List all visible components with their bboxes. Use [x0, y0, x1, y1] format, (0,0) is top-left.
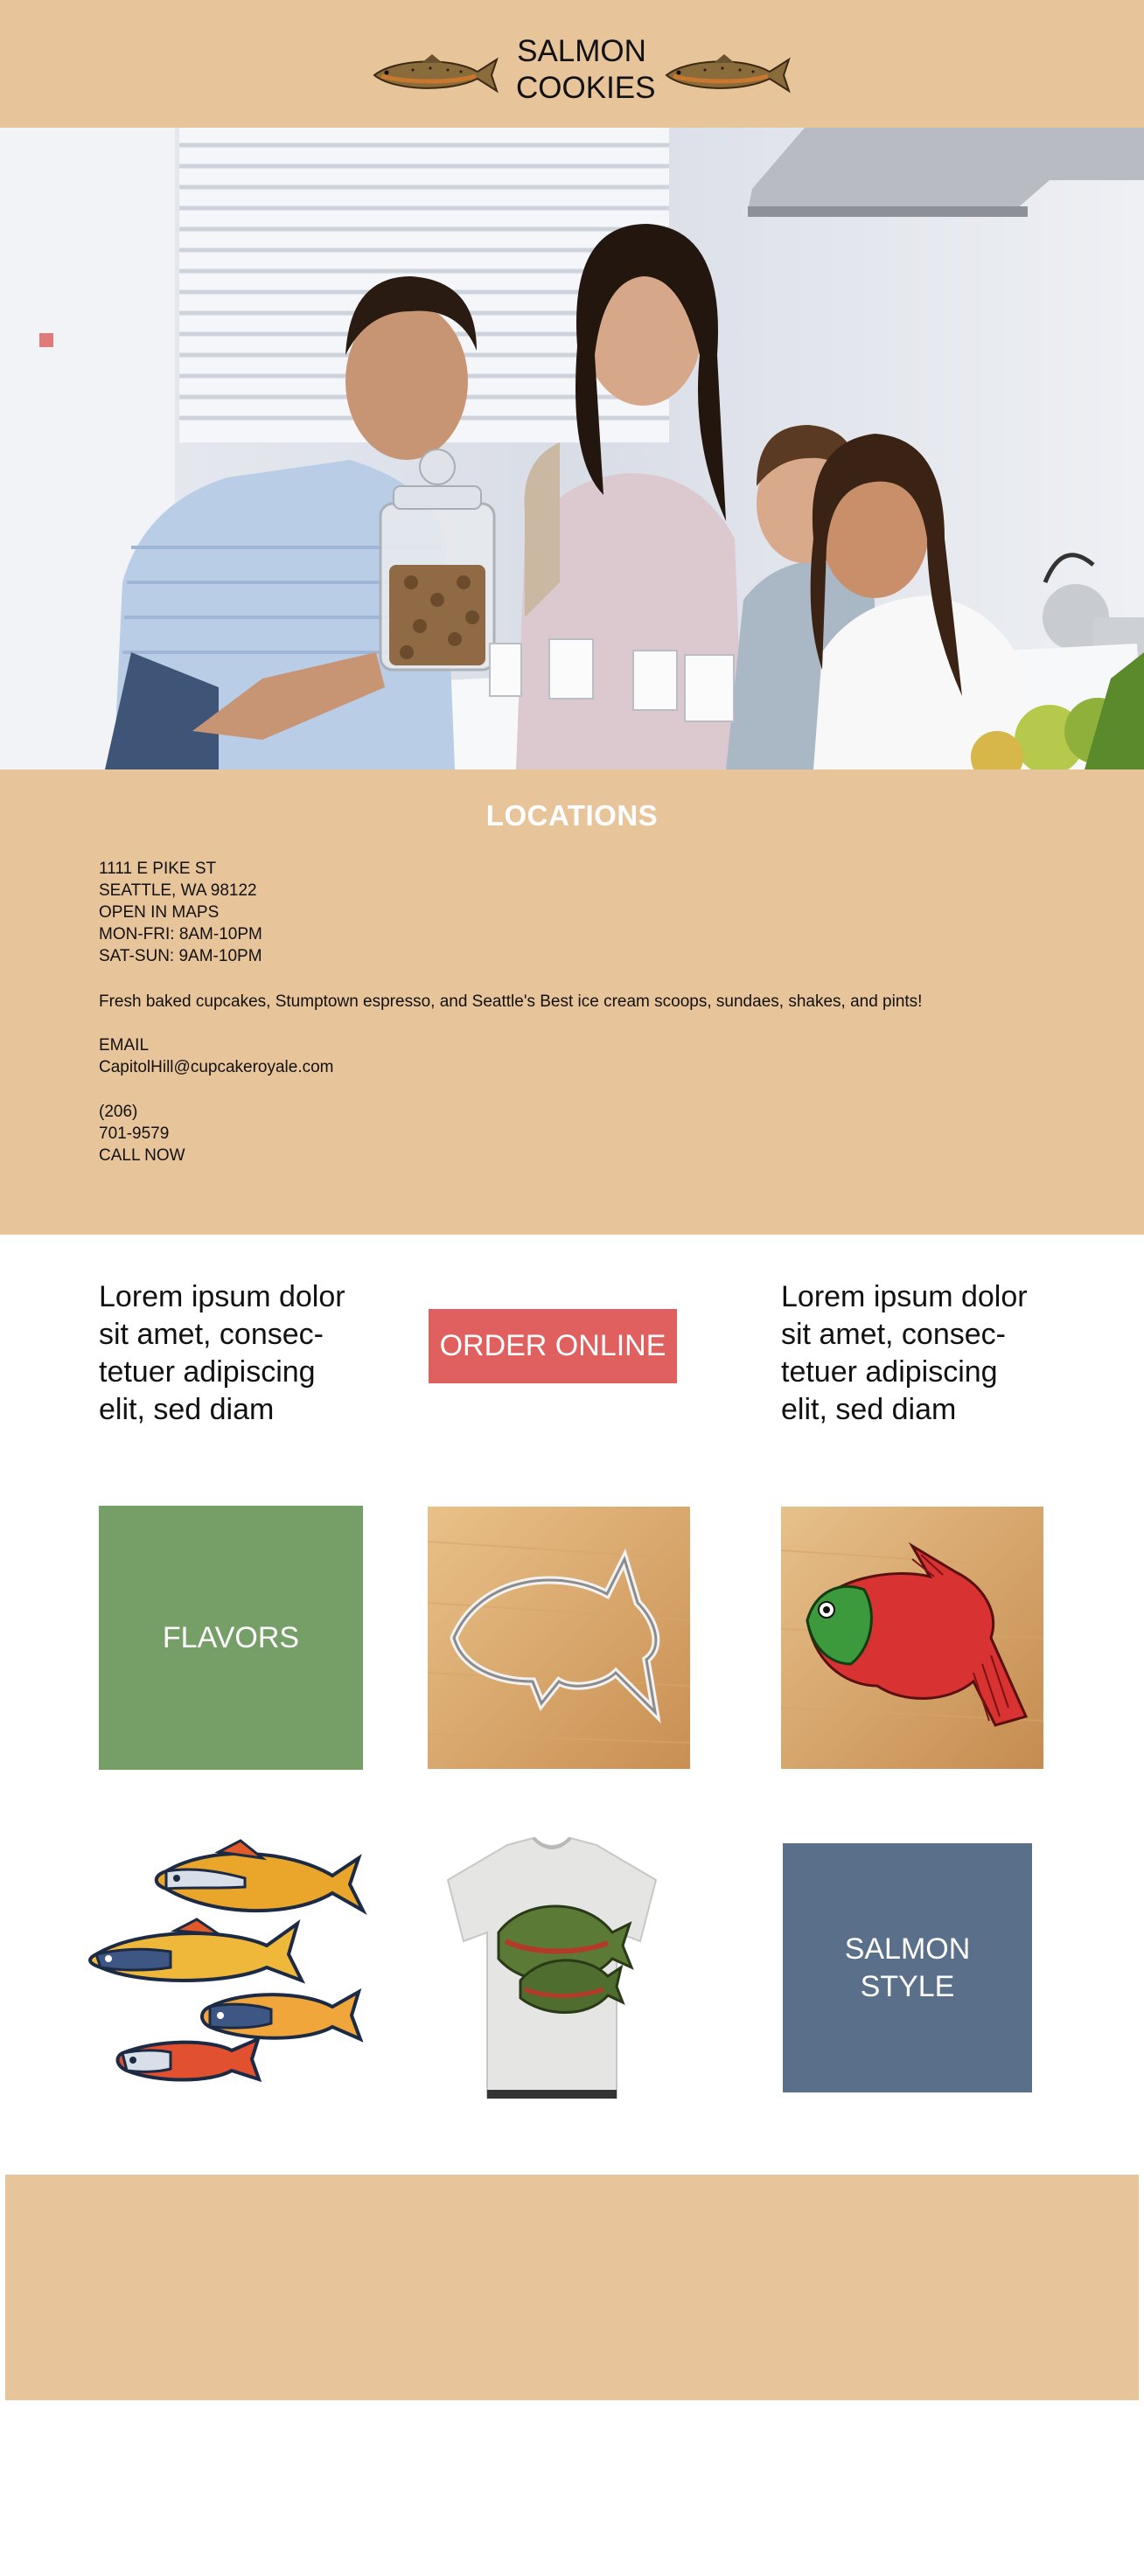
promo-text-right: Lorem ipsum dolor sit amet, consec-tetue…: [781, 1280, 1028, 1426]
salmon-style-line-2: STYLE: [860, 1969, 955, 2003]
address-line-2: SEATTLE, WA 98122: [99, 881, 257, 900]
hero-family-photo: [0, 128, 1144, 769]
brand-title[interactable]: SALMON COOKIES: [516, 33, 656, 107]
flavors-tile[interactable]: FLAVORS: [99, 1506, 363, 1770]
salmon-fish-icon: [373, 54, 499, 94]
brand-line-1: SALMON: [517, 34, 646, 68]
salmon-stickers-image[interactable]: [87, 1836, 367, 2099]
promo-text-left: Lorem ipsum dolor sit amet, consec-tetue…: [99, 1280, 345, 1426]
open-in-maps-link[interactable]: OPEN IN MAPS: [99, 902, 262, 923]
address-line-1: 1111 E PIKE ST: [99, 860, 217, 878]
phone-number: 701-9579: [99, 1124, 170, 1143]
call-now-link[interactable]: CALL NOW: [99, 1145, 185, 1166]
phone-block: (206) 701-9579 CALL NOW: [99, 1101, 185, 1166]
order-online-button[interactable]: ORDER ONLINE: [429, 1309, 677, 1383]
flavors-label: FLAVORS: [162, 1620, 300, 1654]
salmon-fish-icon: [665, 54, 791, 94]
address-block: 1111 E PIKE ST SEATTLE, WA 98122 OPEN IN…: [99, 858, 262, 967]
fish-cookie-cutter-image[interactable]: [428, 1507, 690, 1769]
salmon-tshirt-image[interactable]: [437, 1836, 666, 2099]
store-description: Fresh baked cupcakes, Stumptown espresso…: [99, 992, 923, 1011]
hours-weekend: SAT-SUN: 9AM-10PM: [99, 947, 262, 965]
email-label: EMAIL: [99, 1036, 150, 1055]
brand-line-2: COOKIES: [516, 71, 656, 105]
email-block: EMAIL CapitolHill@cupcakeroyale.com: [99, 1034, 334, 1078]
locations-title: LOCATIONS: [485, 799, 659, 832]
salmon-cookie-image[interactable]: [781, 1507, 1043, 1769]
email-link[interactable]: CapitolHill@cupcakeroyale.com: [99, 1056, 334, 1078]
phone-area-code: (206): [99, 1103, 138, 1121]
salmon-style-line-1: SALMON: [844, 1932, 971, 1966]
footer-band: [5, 2175, 1139, 2400]
salmon-style-tile[interactable]: SALMON STYLE: [783, 1843, 1032, 2092]
hours-weekday: MON-FRI: 8AM-10PM: [99, 925, 262, 943]
locations-section: LOCATIONS 1111 E PIKE ST SEATTLE, WA 981…: [0, 769, 1144, 1235]
site-header: SALMON COOKIES: [0, 0, 1144, 128]
